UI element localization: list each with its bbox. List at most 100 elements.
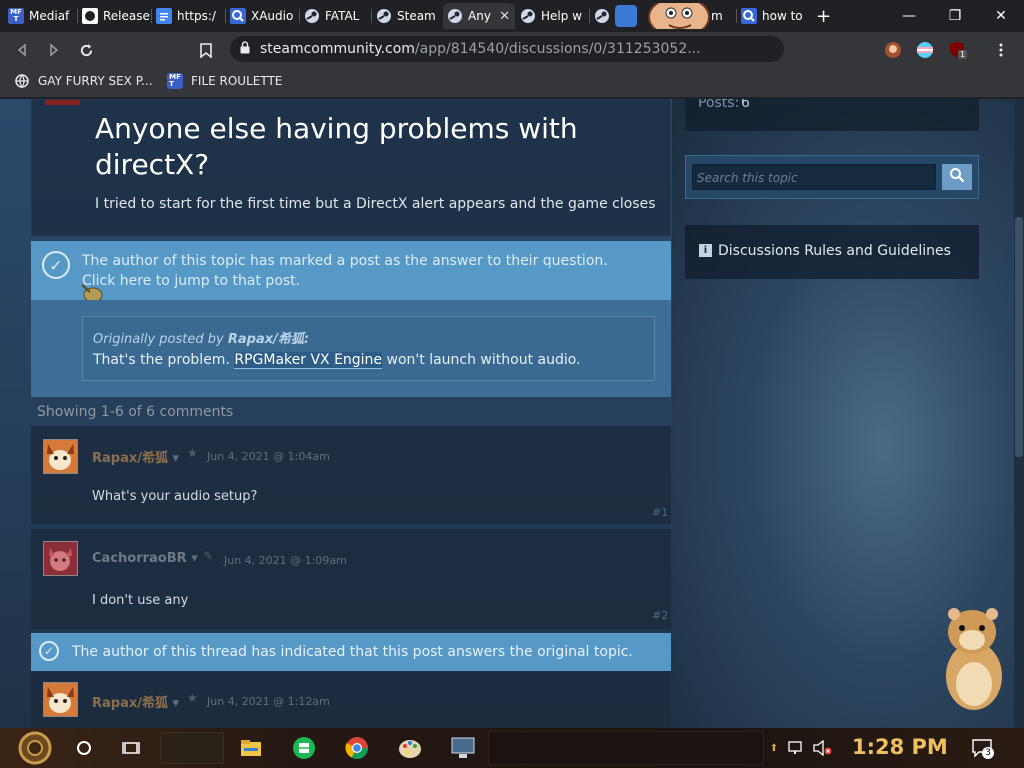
- topic-title: Anyone else having problems with directX…: [95, 112, 578, 181]
- bookmark-label: FILE ROULETTE: [191, 74, 283, 88]
- new-tab-button[interactable]: +: [812, 3, 840, 29]
- posts-label: Posts:: [698, 99, 740, 111]
- close-window-button[interactable]: ✕: [978, 0, 1024, 32]
- extension-badge: 1: [958, 50, 968, 59]
- answer-quote: Originally posted by Rapax/希狐: That's th…: [82, 316, 655, 381]
- hamster-sticker-icon: [940, 604, 1008, 712]
- bookmark-item[interactable]: GAY FURRY SEX P...: [14, 72, 153, 90]
- mf-icon: MF T: [8, 8, 24, 24]
- tab-docs[interactable]: https:/: [152, 3, 224, 29]
- search-input[interactable]: Search this topic: [692, 164, 936, 190]
- topic-stats-panel: Posts: 6: [685, 99, 979, 131]
- bookmarks-bar: GAY FURRY SEX P... MF T FILE ROULETTE: [0, 66, 1024, 97]
- cartoon-face-sticker-icon: [641, 3, 711, 29]
- tab-strip: MF T Mediaf Release https:/ XAudio FATAL…: [0, 0, 1024, 32]
- back-icon[interactable]: [11, 39, 33, 61]
- avatar-extension-icon[interactable]: [882, 39, 904, 61]
- tab-mediafire[interactable]: MF T Mediaf: [4, 3, 74, 29]
- tab-fatal[interactable]: FATAL: [300, 3, 370, 29]
- tag-icon: ✎: [203, 549, 214, 563]
- page-scrollbar[interactable]: [1014, 99, 1024, 728]
- jump-to-answer-link[interactable]: Click here to jump to that post.: [82, 271, 608, 291]
- quote-header: Originally posted by Rapax/希狐:: [93, 328, 309, 347]
- comment-date: Jun 4, 2021 @ 1:12am: [207, 695, 330, 708]
- steam-icon: [594, 8, 610, 24]
- check-circle-icon: ✓: [42, 251, 70, 279]
- browser-chrome: MF T Mediaf Release https:/ XAudio FATAL…: [0, 0, 1024, 99]
- start-button[interactable]: [12, 731, 58, 765]
- sheets-icon[interactable]: [291, 733, 317, 763]
- avatar[interactable]: [43, 541, 78, 576]
- comment-date: Jun 4, 2021 @ 1:09am: [224, 554, 347, 567]
- posts-count: 6: [741, 99, 750, 111]
- steam-icon: [447, 8, 463, 24]
- paint-icon[interactable]: [397, 733, 423, 763]
- volume-muted-icon[interactable]: [811, 733, 833, 763]
- op-avatar: [45, 100, 80, 105]
- taskbar-clock[interactable]: 1:28 PM: [852, 735, 948, 759]
- rules-link-panel[interactable]: i Discussions Rules and Guidelines: [685, 225, 979, 279]
- dropdown-caret-icon[interactable]: ▾: [191, 551, 198, 566]
- cortana-icon[interactable]: [71, 733, 97, 763]
- steam-icon: [376, 8, 392, 24]
- dropdown-caret-icon[interactable]: ▾: [173, 696, 180, 711]
- accepted-notice-text: The author of this thread has indicated …: [72, 644, 633, 660]
- tab-howto[interactable]: how to: [737, 3, 809, 29]
- answer-notice: The author of this topic has marked a po…: [82, 251, 608, 291]
- menu-kebab-icon[interactable]: [990, 39, 1012, 61]
- network-icon[interactable]: [787, 733, 807, 763]
- comment-date: Jun 4, 2021 @ 1:04am: [207, 450, 330, 463]
- comment-author[interactable]: Rapax/希狐 ▾: [92, 692, 179, 711]
- tab-label: Any: [468, 9, 491, 23]
- minimize-button[interactable]: —: [886, 0, 932, 32]
- comment-author[interactable]: CachorraoBR ▾: [92, 551, 198, 566]
- globe-icon: [14, 73, 30, 89]
- display-settings-icon[interactable]: [449, 733, 477, 763]
- bookmark-icon[interactable]: [195, 39, 217, 61]
- bookmark-item[interactable]: MF T FILE ROULETTE: [167, 72, 282, 90]
- comment-card: CachorraoBR ▾ ✎ Jun 4, 2021 @ 1:09am I d…: [31, 529, 671, 629]
- task-view-icon[interactable]: [118, 733, 144, 763]
- search-button[interactable]: [942, 164, 972, 190]
- tab-steam[interactable]: Steam: [372, 3, 442, 29]
- tab-active-discussion[interactable]: Any ✕: [443, 3, 515, 29]
- answer-notice-text: The author of this topic has marked a po…: [82, 253, 608, 269]
- tab-github[interactable]: Release: [78, 3, 150, 29]
- address-bar[interactable]: steamcommunity.com /app/814540/discussio…: [230, 36, 784, 62]
- steam-icon: [304, 8, 320, 24]
- scrollbar-thumb[interactable]: [1015, 217, 1023, 457]
- file-explorer-icon[interactable]: [238, 733, 264, 763]
- tab-help[interactable]: Help w: [516, 3, 588, 29]
- comment-number[interactable]: #2: [652, 609, 668, 622]
- avatar[interactable]: [43, 439, 78, 474]
- forward-icon[interactable]: [43, 39, 65, 61]
- notifications-icon[interactable]: 3: [968, 733, 996, 763]
- rules-link[interactable]: Discussions Rules and Guidelines: [718, 243, 951, 259]
- taskbar-search-box[interactable]: [160, 732, 224, 764]
- tab-steam-m[interactable]: m: [590, 3, 735, 29]
- doc-icon: [156, 8, 172, 24]
- q-icon: [741, 8, 757, 24]
- comment-number[interactable]: #1: [652, 506, 668, 519]
- lock-icon: [240, 41, 250, 57]
- ublock-extension-icon[interactable]: 1: [946, 39, 968, 61]
- tab-xaudio[interactable]: XAudio: [226, 3, 298, 29]
- tab-label: m: [711, 9, 723, 23]
- dropdown-caret-icon[interactable]: ▾: [173, 451, 180, 466]
- comment-text: What's your audio setup?: [92, 489, 258, 504]
- bookmark-label: GAY FURRY SEX P...: [38, 74, 153, 88]
- tab-label: FATAL: [325, 9, 360, 23]
- tab-label: https:/: [177, 9, 216, 23]
- flag-extension-icon[interactable]: [914, 39, 936, 61]
- tray-overflow-icon[interactable]: ⬆: [767, 733, 781, 763]
- close-tab-icon[interactable]: ✕: [494, 9, 515, 24]
- avatar[interactable]: [43, 682, 78, 717]
- tab-label: XAudio: [251, 9, 294, 23]
- maximize-button[interactable]: ❐: [932, 0, 978, 32]
- quote-link[interactable]: RPGMaker VX Engine: [234, 352, 383, 369]
- reload-icon[interactable]: [75, 39, 97, 61]
- comment-author[interactable]: Rapax/希狐 ▾: [92, 447, 179, 466]
- steam-icon: [520, 8, 536, 24]
- chrome-icon[interactable]: [344, 733, 370, 763]
- quote-text-after: won't launch without audio.: [382, 352, 581, 368]
